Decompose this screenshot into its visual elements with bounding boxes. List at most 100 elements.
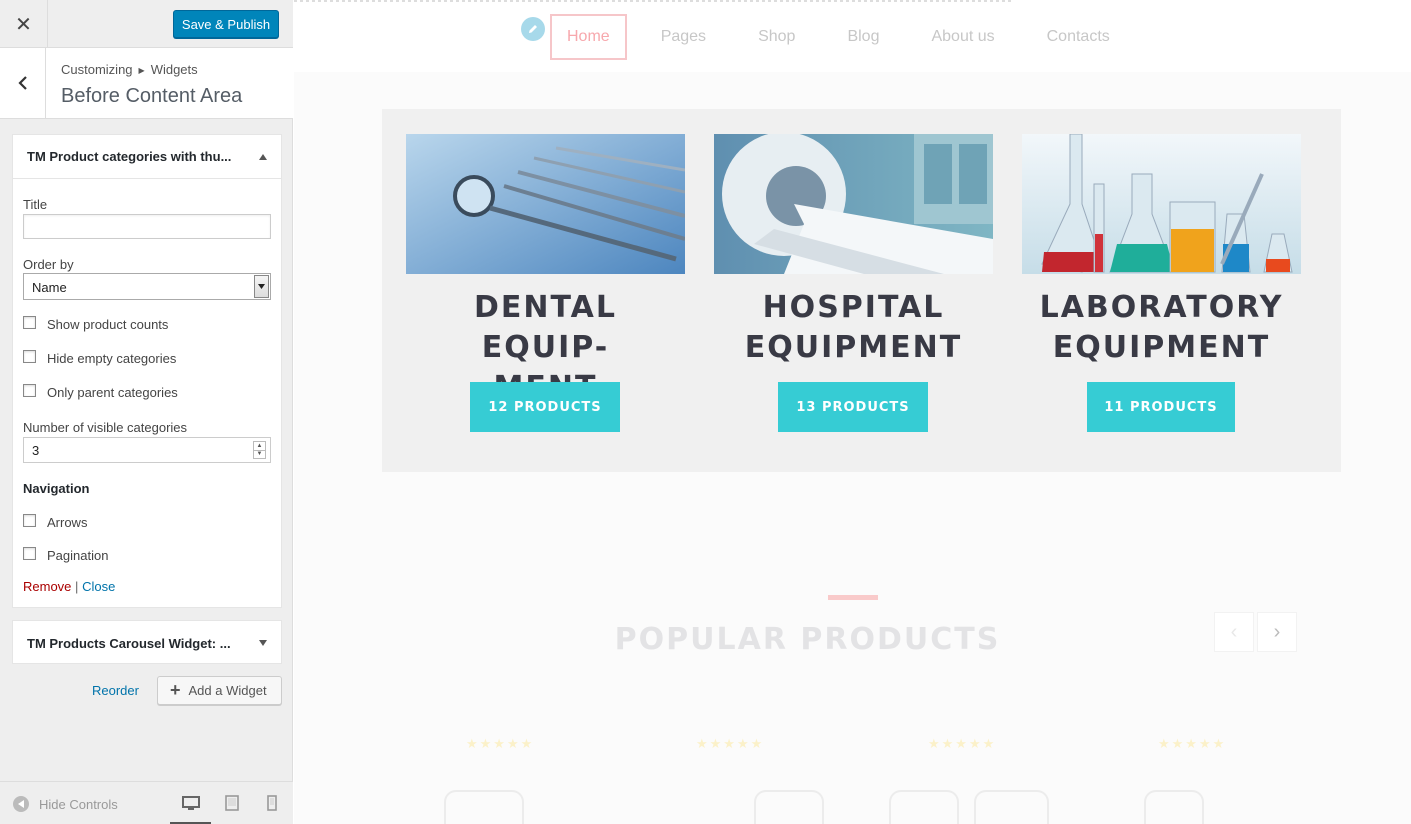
back-icon[interactable] <box>0 48 46 118</box>
breadcrumb-arrow-icon: ▶ <box>138 66 145 75</box>
category-title[interactable]: HOSPITAL EQUIPMENT <box>714 288 993 368</box>
breadcrumb-item: Customizing <box>61 62 133 77</box>
pencil-icon[interactable] <box>521 17 545 41</box>
category-title-line: LABORATORY <box>1039 290 1284 325</box>
section-header: Customizing ▶ Widgets Before Content Area <box>0 48 293 119</box>
nav-shop[interactable]: Shop <box>740 14 813 60</box>
orderby-select[interactable]: Name <box>23 273 271 300</box>
desktop-preview-icon[interactable] <box>181 794 201 812</box>
rating-stars: ★★★★★ <box>928 736 997 751</box>
tablet-preview-icon[interactable] <box>222 794 242 812</box>
arrows-label: Arrows <box>47 515 88 530</box>
save-publish-button[interactable]: Save & Publish <box>173 10 279 38</box>
top-divider <box>294 0 1011 2</box>
add-widget-button[interactable]: + Add a Widget <box>157 676 282 705</box>
only-parent-option[interactable]: Only parent categories <box>23 384 178 400</box>
add-widget-label: Add a Widget <box>188 683 267 698</box>
hide-controls-button[interactable]: Hide Controls <box>13 796 118 812</box>
category-card: HOSPITAL EQUIPMENT <box>714 134 993 368</box>
category-products-button[interactable]: 12 PRODUCTS <box>470 382 620 432</box>
carousel-next-icon[interactable]: › <box>1257 612 1297 652</box>
nav-pages[interactable]: Pages <box>643 14 724 60</box>
category-products-button[interactable]: 11 PRODUCTS <box>1087 382 1235 432</box>
breadcrumb: Customizing ▶ Widgets <box>61 62 198 77</box>
product-image[interactable] <box>889 790 959 824</box>
arrows-checkbox[interactable] <box>23 514 36 527</box>
spinner-down-icon[interactable]: ▼ <box>254 451 265 459</box>
category-title[interactable]: LABORATORY EQUIPMENT <box>1022 288 1301 368</box>
customizer-footer: Hide Controls <box>0 781 293 824</box>
rating-stars: ★★★★★ <box>1158 736 1227 751</box>
category-title-line: EQUIPMENT <box>1052 330 1271 365</box>
product-image[interactable] <box>1144 790 1204 824</box>
category-card: DENTAL EQUIP- MENT <box>406 134 685 408</box>
reorder-link[interactable]: Reorder <box>92 683 139 698</box>
hide-controls-label: Hide Controls <box>39 796 118 812</box>
collapse-icon <box>13 796 29 812</box>
nav-about-us[interactable]: About us <box>913 14 1012 60</box>
category-card: LABORATORY EQUIPMENT <box>1022 134 1301 368</box>
dental-tools-image[interactable] <box>406 134 685 274</box>
visible-categories-label: Number of visible categories <box>23 420 188 435</box>
widget-product-categories: TM Product categories with thu... Title … <box>12 134 282 608</box>
title-input[interactable] <box>23 214 271 239</box>
product-image[interactable] <box>754 790 824 824</box>
carousel-prev-icon[interactable]: ‹ <box>1214 612 1254 652</box>
widget-actions: Remove | Close <box>23 579 115 594</box>
widget-header[interactable]: TM Product categories with thu... <box>13 135 281 179</box>
product-image[interactable] <box>444 790 524 824</box>
rating-stars: ★★★★★ <box>696 736 765 751</box>
only-parent-checkbox[interactable] <box>23 384 36 397</box>
navigation-heading: Navigation <box>23 481 90 496</box>
category-title-line: EQUIPMENT <box>744 330 963 365</box>
visible-categories-input[interactable]: 3 ▲ ▼ <box>23 437 271 463</box>
collapse-arrow-icon[interactable] <box>259 153 267 160</box>
rating-stars: ★★★★★ <box>466 736 535 751</box>
number-spinner[interactable]: ▲ ▼ <box>253 441 266 459</box>
hide-empty-label: Hide empty categories <box>47 351 177 366</box>
product-categories-widget: DENTAL EQUIP- MENT 12 PRODUCTS <box>382 109 1341 472</box>
mobile-preview-icon[interactable] <box>262 794 282 812</box>
mri-scanner-image[interactable] <box>714 134 993 274</box>
pagination-label: Pagination <box>47 548 109 563</box>
site-preview: Home Pages Shop Blog About us Contacts D… <box>294 0 1411 824</box>
only-parent-label: Only parent categories <box>47 385 178 400</box>
widget-title: TM Products Carousel Widget: ... <box>27 635 231 651</box>
orderby-value: Name <box>32 280 67 295</box>
expand-arrow-icon[interactable] <box>259 640 267 646</box>
orderby-label: Order by <box>23 257 74 272</box>
show-counts-checkbox[interactable] <box>23 316 36 329</box>
lab-glassware-image[interactable] <box>1022 134 1301 274</box>
show-counts-label: Show product counts <box>47 317 169 332</box>
close-link[interactable]: Close <box>82 579 115 594</box>
customizer-header: ✕ Save & Publish <box>0 0 293 48</box>
product-image[interactable] <box>974 790 1049 824</box>
widget-header[interactable]: TM Products Carousel Widget: ... <box>13 621 281 665</box>
category-title-line: HOSPITAL <box>762 290 945 325</box>
category-products-button[interactable]: 13 PRODUCTS <box>778 382 928 432</box>
breadcrumb-item: Widgets <box>150 62 198 77</box>
pagination-checkbox[interactable] <box>23 547 36 560</box>
title-label: Title <box>23 197 48 212</box>
remove-link[interactable]: Remove <box>23 579 71 594</box>
dropdown-arrow-icon[interactable] <box>254 275 269 298</box>
spinner-up-icon[interactable]: ▲ <box>254 442 265 451</box>
hide-empty-option[interactable]: Hide empty categories <box>23 350 177 366</box>
arrows-option[interactable]: Arrows <box>23 514 88 530</box>
popular-products-title: POPULAR PRODUCTS <box>614 622 1001 657</box>
close-icon[interactable]: ✕ <box>0 0 48 48</box>
actions-separator: | <box>75 579 79 594</box>
section-title: Before Content Area <box>61 85 243 107</box>
show-counts-option[interactable]: Show product counts <box>23 316 169 332</box>
nav-home[interactable]: Home <box>550 14 627 60</box>
section-accent-line <box>828 595 878 600</box>
widget-products-carousel[interactable]: TM Products Carousel Widget: ... <box>12 620 282 664</box>
main-navigation: Home Pages Shop Blog About us Contacts <box>550 14 1144 60</box>
hide-empty-checkbox[interactable] <box>23 350 36 363</box>
widget-title: TM Product categories with thu... <box>27 149 232 164</box>
nav-blog[interactable]: Blog <box>829 14 897 60</box>
pagination-option[interactable]: Pagination <box>23 547 109 563</box>
visible-categories-value: 3 <box>32 443 40 458</box>
nav-contacts[interactable]: Contacts <box>1029 14 1128 60</box>
site-header: Home Pages Shop Blog About us Contacts <box>294 0 1411 72</box>
